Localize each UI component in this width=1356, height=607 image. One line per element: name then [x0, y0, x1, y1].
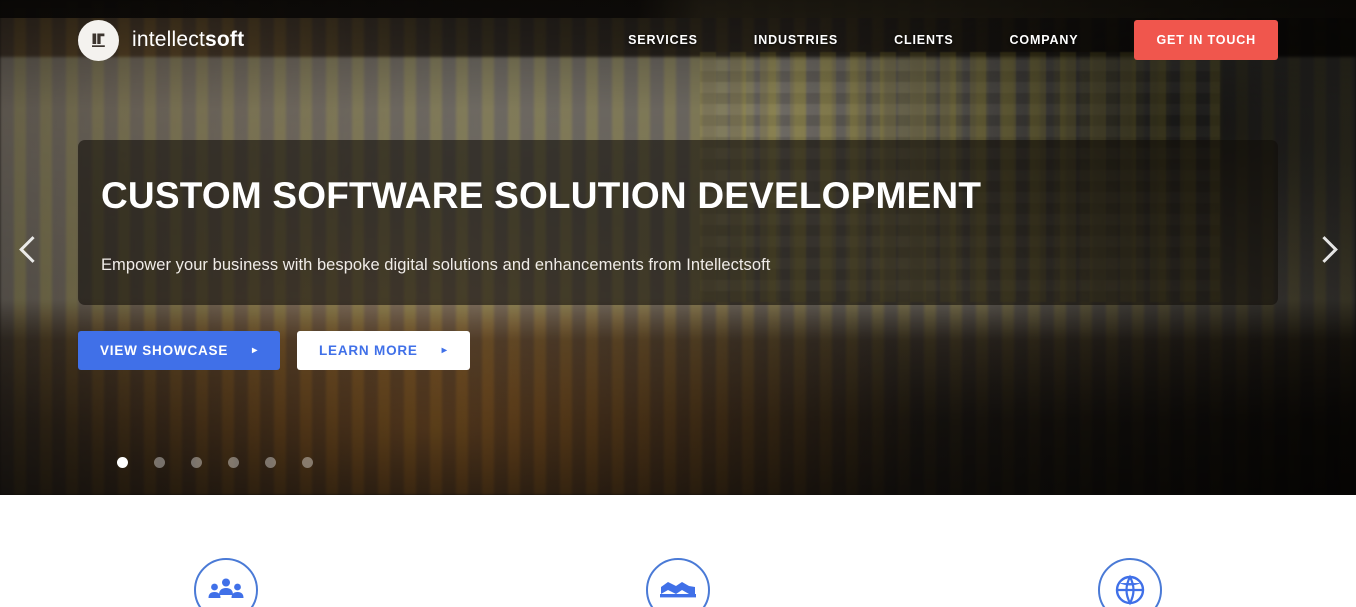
carousel-dot-4[interactable]: [228, 457, 239, 468]
carousel-dot-5[interactable]: [265, 457, 276, 468]
chevron-left-icon[interactable]: [12, 225, 52, 273]
chevron-left-glyph: [18, 235, 46, 263]
globe-icon: [1098, 558, 1162, 607]
brand-name: intellectsoft: [132, 28, 244, 52]
carousel-dot-3[interactable]: [191, 457, 202, 468]
feature-item-3[interactable]: [904, 495, 1356, 607]
handshake-icon: [646, 558, 710, 607]
feature-item-2[interactable]: [452, 495, 904, 607]
chevron-right-glyph: [1310, 235, 1338, 263]
carousel-dot-2[interactable]: [154, 457, 165, 468]
intellectsoft-monogram-icon: [78, 19, 119, 61]
chevron-right-icon[interactable]: [1304, 225, 1344, 273]
brand-name-light: intellect: [132, 28, 206, 51]
view-showcase-label: VIEW SHOWCASE: [100, 343, 229, 358]
features-section: [0, 495, 1356, 607]
get-in-touch-button[interactable]: GET IN TOUCH: [1134, 20, 1278, 60]
nav-item-services[interactable]: SERVICES: [600, 33, 726, 47]
nav-item-clients[interactable]: CLIENTS: [866, 33, 981, 47]
brand-logo-link[interactable]: intellectsoft: [78, 19, 244, 61]
hero-action-buttons: VIEW SHOWCASE ▸ LEARN MORE ▸: [78, 331, 470, 370]
main-navigation: intellectsoft SERVICES INDUSTRIES CLIENT…: [0, 0, 1356, 80]
carousel-dot-6[interactable]: [302, 457, 313, 468]
hero-title: CUSTOM SOFTWARE SOLUTION DEVELOPMENT: [101, 175, 982, 216]
feature-item-1[interactable]: [0, 495, 452, 607]
hero-text-panel: [78, 140, 1278, 305]
caret-right-icon: ▸: [252, 344, 258, 356]
people-group-icon: [194, 558, 258, 607]
view-showcase-button[interactable]: VIEW SHOWCASE ▸: [78, 331, 280, 370]
brand-name-bold: soft: [205, 28, 245, 51]
hero-subtitle: Empower your business with bespoke digit…: [101, 256, 771, 274]
learn-more-button[interactable]: LEARN MORE ▸: [296, 331, 470, 370]
hero-banner: intellectsoft SERVICES INDUSTRIES CLIENT…: [0, 0, 1356, 495]
nav-link-list: SERVICES INDUSTRIES CLIENTS COMPANY GET …: [600, 20, 1356, 60]
learn-more-label: LEARN MORE: [318, 343, 418, 358]
carousel-dot-1[interactable]: [117, 457, 128, 468]
nav-item-company[interactable]: COMPANY: [982, 33, 1107, 47]
carousel-dots: [117, 457, 313, 468]
caret-right-icon: ▸: [441, 344, 448, 356]
nav-item-industries[interactable]: INDUSTRIES: [726, 33, 866, 47]
